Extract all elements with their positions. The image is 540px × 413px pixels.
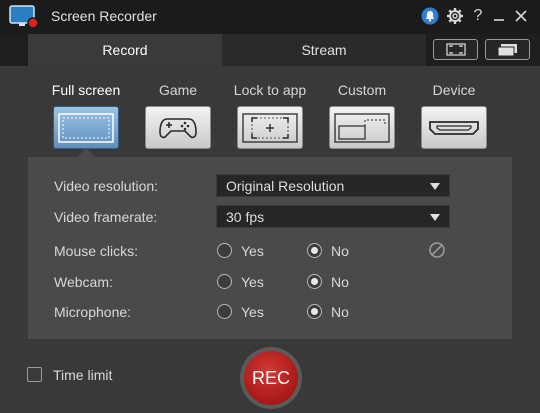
tab-stream[interactable]: Stream [222, 34, 426, 66]
microphone-yes-radio[interactable] [217, 304, 232, 319]
notification-bell-icon[interactable] [419, 5, 441, 27]
fullscreen-capture-button[interactable] [53, 106, 119, 149]
gear-icon[interactable] [444, 5, 466, 27]
mode-lock-to-app[interactable]: Lock to app [225, 82, 315, 149]
selected-mode-pointer [77, 148, 95, 157]
webcam-yes-label: Yes [241, 274, 264, 290]
mouse-clicks-no-label: No [331, 243, 349, 259]
settings-panel: Video resolution: Original Resolution Vi… [28, 157, 512, 339]
mode-custom[interactable]: Custom [317, 82, 407, 149]
tab-bar: Record Stream [0, 34, 540, 66]
video-resolution-value: Original Resolution [226, 178, 345, 194]
rec-button[interactable]: REC [240, 347, 302, 409]
app-logo-icon [9, 5, 39, 29]
tab-record[interactable]: Record [28, 34, 222, 66]
webcam-yes-radio[interactable] [217, 274, 232, 289]
rec-label: REC [244, 351, 298, 405]
compact-view-icon [497, 43, 517, 56]
webcam-label: Webcam: [54, 274, 113, 290]
mouse-clicks-yes-radio[interactable] [217, 243, 232, 258]
app-title: Screen Recorder [51, 8, 157, 24]
video-framerate-dropdown[interactable]: 30 fps [216, 205, 450, 228]
fullscreen-capture-icon [58, 112, 114, 143]
webcam-no-label: No [331, 274, 349, 290]
mode-label: Full screen [51, 82, 121, 98]
video-framerate-value: 30 fps [226, 209, 265, 225]
video-resolution-dropdown[interactable]: Original Resolution [216, 174, 450, 197]
video-framerate-label: Video framerate: [54, 209, 158, 225]
mode-label: Custom [337, 82, 387, 98]
custom-region-icon [334, 112, 390, 143]
fullscreen-view-icon [445, 43, 466, 56]
chevron-down-icon [430, 214, 440, 221]
gamepad-icon [159, 117, 197, 138]
disabled-icon [429, 242, 445, 258]
mouse-clicks-label: Mouse clicks: [54, 243, 139, 259]
device-capture-button[interactable] [421, 106, 487, 149]
mode-game[interactable]: Game [133, 82, 223, 149]
time-limit-label: Time limit [53, 367, 113, 383]
hdmi-device-icon [429, 120, 479, 135]
help-icon[interactable]: ? [470, 5, 486, 27]
mouse-clicks-yes-label: Yes [241, 243, 264, 259]
game-capture-button[interactable] [145, 106, 211, 149]
mode-full-screen[interactable]: Full screen [41, 82, 131, 149]
microphone-label: Microphone: [54, 304, 132, 320]
mode-label: Device [432, 82, 476, 98]
lock-to-app-button[interactable] [237, 106, 303, 149]
minimize-icon[interactable] [491, 5, 507, 27]
close-icon[interactable] [513, 5, 529, 27]
fullscreen-view-button[interactable] [433, 39, 478, 60]
mode-device[interactable]: Device [409, 82, 499, 149]
mode-label: Game [158, 82, 198, 98]
microphone-no-label: No [331, 304, 349, 320]
custom-region-button[interactable] [329, 106, 395, 149]
mode-label: Lock to app [233, 82, 307, 98]
mouse-clicks-no-radio[interactable] [307, 243, 322, 258]
title-bar: Screen Recorder ? [0, 0, 540, 34]
time-limit-checkbox[interactable] [27, 367, 42, 382]
compact-view-button[interactable] [485, 39, 530, 60]
microphone-yes-label: Yes [241, 304, 264, 320]
chevron-down-icon [430, 183, 440, 190]
lock-to-app-icon [242, 112, 298, 143]
webcam-no-radio[interactable] [307, 274, 322, 289]
video-resolution-label: Video resolution: [54, 178, 159, 194]
microphone-no-radio[interactable] [307, 304, 322, 319]
